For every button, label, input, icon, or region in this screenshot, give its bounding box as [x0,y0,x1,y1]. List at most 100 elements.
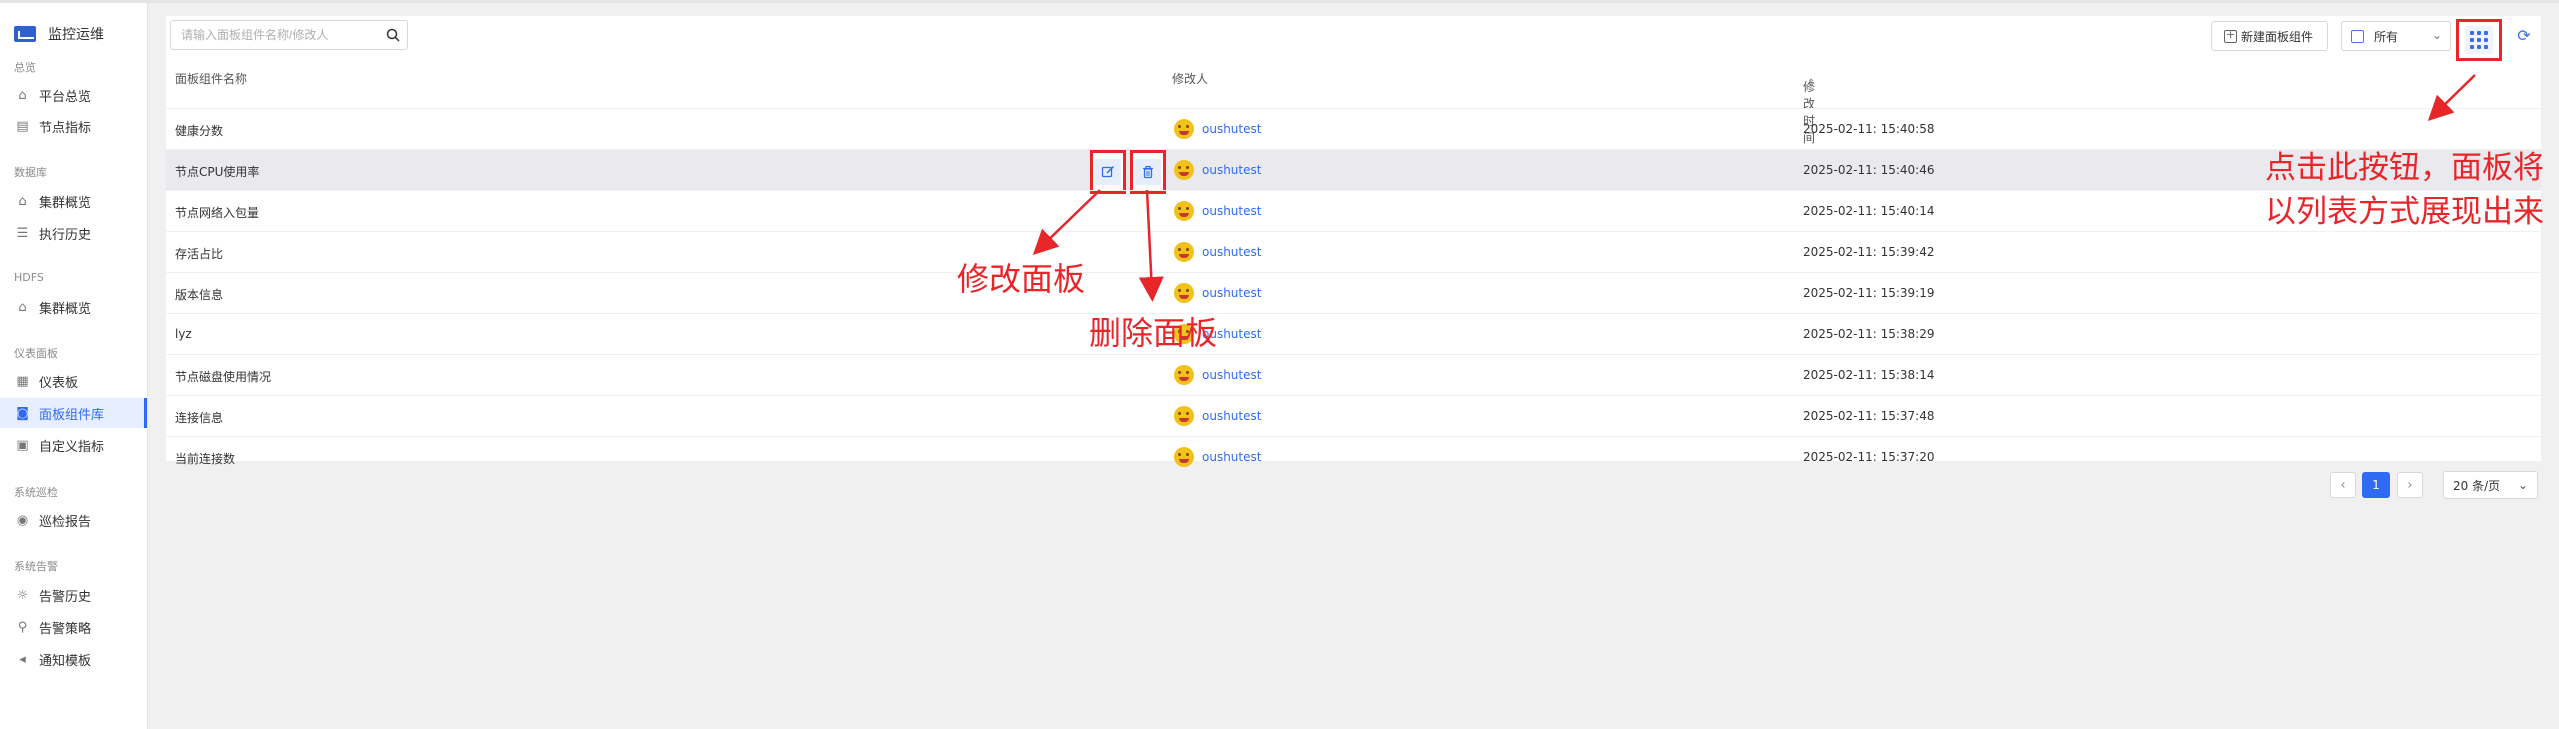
sidebar-item-custom-metrics[interactable]: ▣ 自定义指标 [0,430,147,460]
sidebar-item-notify-template[interactable]: ◂ 通知模板 [0,644,147,674]
modifier-name[interactable]: oushutest [1202,409,1261,423]
sidebar-item-label: 集群概览 [39,301,92,317]
sort-icon[interactable]: ⇕ [1807,78,1815,89]
page-size-select[interactable]: 20 条/页 ⌄ [2443,471,2538,499]
pagination-prev-button[interactable]: ‹ [2330,472,2356,498]
dashboard-icon: ▦ [16,373,29,389]
home-icon: ⌂ [18,87,27,103]
sidebar-item-alarm-history[interactable]: ☼ 告警历史 [0,580,147,610]
new-component-button[interactable]: 新建面板组件 [2211,21,2328,51]
component-name[interactable]: 节点磁盘使用情况 [175,368,271,385]
table-header: 面板组件名称 修改人 修改时间 ⇕ [166,62,2541,145]
inspect-icon: ◉ [16,512,29,528]
avatar [1174,283,1194,303]
modifier-name[interactable]: oushutest [1202,204,1261,218]
avatar [1174,365,1194,385]
component-name[interactable]: 健康分数 [175,122,223,139]
sidebar-item-db-cluster-overview[interactable]: ⌂ 集群概览 [0,186,147,216]
search-icon[interactable] [385,27,401,43]
sidebar-item-dashboard[interactable]: ▦ 仪表板 [0,366,147,396]
sidebar-item-node-metrics[interactable]: ▤ 节点指标 [0,111,147,141]
modified-time: 2025-02-11: 15:40:46 [1803,163,1935,177]
modified-time: 2025-02-11: 15:38:14 [1803,368,1935,382]
owner-filter-select[interactable]: 所有 ⌄ [2341,21,2451,51]
sidebar-item-alarm-policy[interactable]: ⚲ 告警策略 [0,612,147,642]
sidebar-item-label: 自定义指标 [39,439,105,455]
sidebar-item-component-library[interactable]: ◙ 面板组件库 [0,398,147,428]
sidebar-item-exec-history[interactable]: ☰ 执行历史 [0,218,147,248]
trash-icon [1135,159,1161,185]
group-label-hdfs: HDFS [14,271,44,284]
pin-icon: ⚲ [17,619,28,635]
sidebar-item-hdfs-cluster-overview[interactable]: ⌂ 集群概览 [0,292,147,322]
component-name[interactable]: 节点CPU使用率 [175,163,259,180]
sidebar-item-label: 通知模板 [39,653,92,669]
grid-icon [2465,26,2493,54]
modified-time: 2025-02-11: 15:39:19 [1803,286,1935,300]
delete-button[interactable] [1130,150,1166,194]
new-component-label: 新建面板组件 [2241,29,2314,44]
table-row[interactable]: lyz oushutest 2025-02-11: 15:38:29 [166,313,2541,354]
owner-filter-value: 所有 [2374,29,2399,44]
avatar [1174,447,1194,467]
app-logo-icon [14,26,36,42]
component-icon: ◙ [16,405,29,421]
avatar [1174,406,1194,426]
pagination-next-button[interactable]: › [2397,472,2423,498]
sidebar-item-label: 告警策略 [39,621,92,637]
chevron-down-icon: ⌄ [2431,28,2442,42]
component-name[interactable]: 版本信息 [175,286,223,303]
table-row[interactable]: 存活占比 oushutest 2025-02-11: 15:39:42 [166,231,2541,272]
component-name[interactable]: 存活占比 [175,245,223,262]
app-title-text: 监控运维 [48,27,104,43]
group-label-alarms: 系统告警 [14,560,58,573]
modifier-name[interactable]: oushutest [1202,450,1261,464]
search-box[interactable] [170,20,408,50]
table-row[interactable]: 节点CPU使用率 oushutest 2025-02-11: 15:40:46 [166,149,2541,194]
component-name[interactable]: 当前连接数 [175,450,235,467]
home-icon: ⌂ [18,299,27,315]
table-row[interactable]: 节点网络入包量 oushutest 2025-02-11: 15:40:14 [166,190,2541,231]
modifier-name[interactable]: oushutest [1202,122,1261,136]
modified-time: 2025-02-11: 15:40:58 [1803,122,1935,136]
sidebar-item-label: 告警历史 [39,589,92,605]
edit-icon [1095,159,1121,185]
component-name[interactable]: lyz [175,327,192,341]
modifier-name[interactable]: oushutest [1202,245,1261,259]
component-name[interactable]: 节点网络入包量 [175,204,259,221]
edit-button[interactable] [1090,150,1126,194]
sidebar-item-label: 面板组件库 [39,407,105,423]
table-row[interactable]: 健康分数 oushutest 2025-02-11: 15:40:58 [166,108,2541,149]
chart-icon: ▤ [16,118,29,134]
component-name[interactable]: 连接信息 [175,409,223,426]
table-row[interactable]: 节点磁盘使用情况 oushutest 2025-02-11: 15:38:14 [166,354,2541,395]
sidebar-item-platform-overview[interactable]: ⌂ 平台总览 [0,80,147,110]
alarm-icon: ☼ [16,587,29,603]
page-size-value: 20 条/页 [2453,478,2501,493]
view-toggle-button[interactable] [2456,19,2502,61]
sidebar-item-inspection-report[interactable]: ◉ 巡检报告 [0,505,147,535]
sidebar-item-label: 平台总览 [39,89,92,105]
table-row[interactable]: 连接信息 oushutest 2025-02-11: 15:37:48 [166,395,2541,436]
modifier-name[interactable]: oushutest [1202,368,1261,382]
column-header-modifier: 修改人 [1172,72,1209,86]
avatar [1174,242,1194,262]
modifier-name[interactable]: oushutest [1202,163,1261,177]
annotation-edit: 修改面板 [957,260,1086,298]
group-label-inspection: 系统巡检 [14,486,58,499]
sidebar: 监控运维 总览 ⌂ 平台总览 ▤ 节点指标 数据库 ⌂ 集群概览 ☰ 执行历史 … [0,3,148,729]
table-row[interactable]: 当前连接数 oushutest 2025-02-11: 15:37:20 [166,436,2541,477]
top-border [0,0,2559,3]
search-input[interactable] [181,28,377,42]
modifier-name[interactable]: oushutest [1202,286,1261,300]
app-title: 监控运维 [14,23,104,45]
annotation-list-view: 点击此按钮，面板将以列表方式展现出来 [2265,150,2544,230]
filter-icon [2351,29,2364,43]
main-card: 新建面板组件 所有 ⌄ ⟳ 面板组件名称 修改人 修改时间⇕ 健康分数 oushu… [166,16,2541,499]
refresh-icon[interactable]: ⟳ [2515,26,2533,45]
group-label-overview: 总览 [14,61,36,74]
pagination-page-1[interactable]: 1 [2362,472,2390,498]
column-header-name: 面板组件名称 [175,72,248,86]
table-row[interactable]: 版本信息 oushutest 2025-02-11: 15:39:19 [166,272,2541,313]
speaker-icon: ◂ [19,651,26,667]
